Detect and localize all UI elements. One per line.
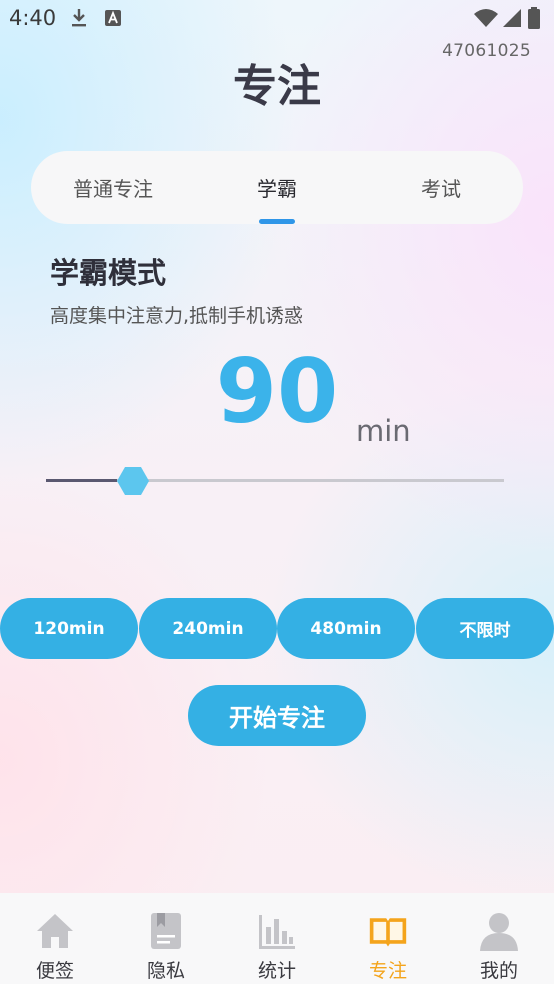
preset-480min-button[interactable]: 480min xyxy=(277,598,415,659)
tab-exam[interactable]: 考试 xyxy=(359,151,523,224)
download-icon xyxy=(72,9,86,27)
nav-item-mine[interactable]: 我的 xyxy=(444,893,554,984)
nav-label-notes: 便签 xyxy=(35,960,74,982)
bottom-nav: 便签 隐私 统计 专注 我的 xyxy=(0,893,554,984)
nav-label-privacy: 隐私 xyxy=(146,960,185,982)
battery-icon xyxy=(528,7,540,29)
nav-label-mine: 我的 xyxy=(479,960,518,982)
page-title: 专注 xyxy=(233,61,321,112)
tab-xueba[interactable]: 学霸 xyxy=(195,151,359,224)
nav-item-stats[interactable]: 统计 xyxy=(222,893,332,984)
open-book-icon xyxy=(369,918,407,947)
slider-fill xyxy=(46,479,118,482)
preset-240min-button[interactable]: 240min xyxy=(139,598,277,659)
tab-normal-focus[interactable]: 普通专注 xyxy=(31,151,195,224)
wifi-icon xyxy=(474,9,498,27)
notebook-icon xyxy=(151,913,181,949)
nav-label-stats: 统计 xyxy=(257,960,296,982)
nav-item-privacy[interactable]: 隐私 xyxy=(111,893,221,984)
nav-label-focus: 专注 xyxy=(368,960,407,982)
mode-description: 高度集中注意力,抵制手机诱惑 xyxy=(50,305,304,327)
mode-tab-bar: 普通专注 学霸 考试 xyxy=(31,151,523,224)
mode-title: 学霸模式 xyxy=(50,256,167,290)
minutes-unit: min xyxy=(356,414,411,448)
nav-item-notes[interactable]: 便签 xyxy=(0,893,110,984)
minutes-value: 90 xyxy=(215,340,339,443)
home-icon xyxy=(37,914,73,948)
status-time: 4:40 xyxy=(9,6,57,30)
slider-thumb[interactable] xyxy=(117,465,150,497)
preset-unlimited-button[interactable]: 不限时 xyxy=(416,598,554,659)
user-icon xyxy=(480,913,518,951)
signal-icon xyxy=(503,9,521,27)
duration-slider[interactable] xyxy=(46,466,506,496)
keyboard-a-icon xyxy=(105,10,121,26)
tab-active-indicator xyxy=(259,219,295,224)
preset-120min-button[interactable]: 120min xyxy=(0,598,138,659)
bar-chart-icon xyxy=(259,915,295,949)
start-focus-button[interactable]: 开始专注 xyxy=(188,685,366,746)
status-bar: 4:40 xyxy=(0,0,554,36)
nav-item-focus[interactable]: 专注 xyxy=(333,893,443,984)
